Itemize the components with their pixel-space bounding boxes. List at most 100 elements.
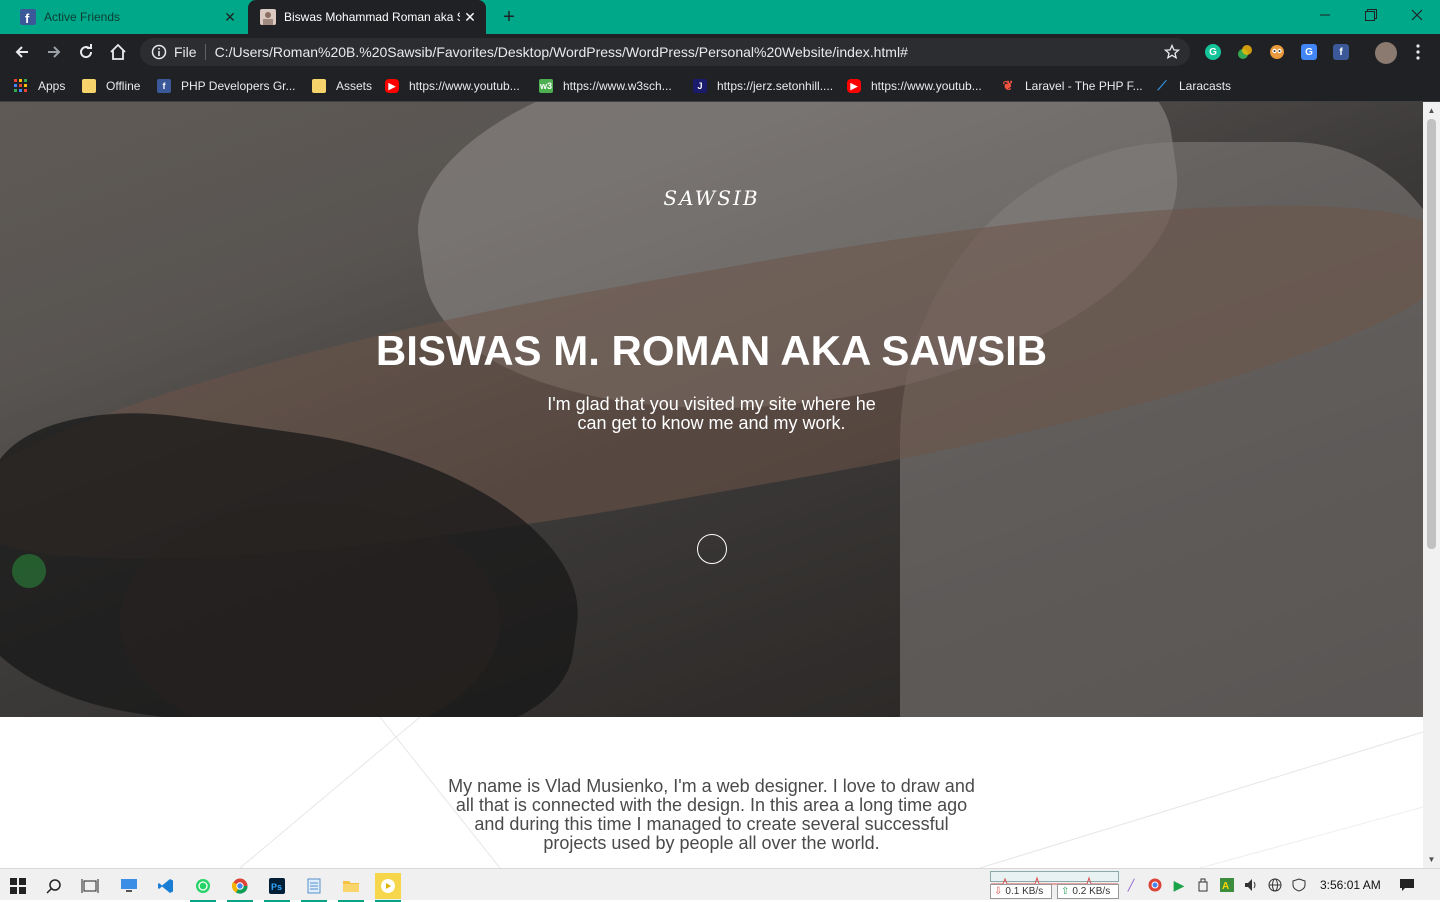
- url-scheme-label: File: [174, 44, 206, 60]
- upload-arrow-icon: ⇧: [1061, 886, 1070, 897]
- bookmark-laracasts[interactable]: ⟋ Laracasts: [1155, 77, 1231, 95]
- google-translate-extension-icon[interactable]: G: [1301, 44, 1317, 60]
- reload-button[interactable]: [74, 40, 98, 64]
- bookmark-w3schools[interactable]: w3 https://www.w3sch...: [539, 77, 672, 95]
- scrollbar-thumb[interactable]: [1427, 119, 1436, 549]
- search-icon[interactable]: [41, 873, 67, 899]
- bookmark-jerz[interactable]: J https://jerz.setonhill....: [693, 77, 833, 95]
- task-view-icon[interactable]: [77, 873, 103, 899]
- back-button[interactable]: [10, 40, 34, 64]
- chrome-icon[interactable]: [227, 873, 253, 902]
- this-pc-icon[interactable]: [116, 873, 142, 899]
- bookmark-offline[interactable]: Offline: [82, 77, 140, 95]
- tab-biswas-site[interactable]: Biswas Mohammad Roman aka Sawsib ✕: [248, 0, 486, 34]
- bookmark-laravel[interactable]: ❦ Laravel - The PHP F...: [1001, 77, 1143, 95]
- close-tab-icon[interactable]: ✕: [460, 7, 480, 27]
- bookmark-label: Laravel - The PHP F...: [1025, 79, 1143, 93]
- apps-grid-icon: [14, 79, 28, 93]
- page-viewport: SAWSIB BISWAS M. ROMAN AKA SAWSIB I'm gl…: [0, 102, 1423, 868]
- svg-text:f: f: [25, 11, 30, 25]
- grammarly-extension-icon[interactable]: G: [1205, 44, 1221, 60]
- hero-section: SAWSIB BISWAS M. ROMAN AKA SAWSIB I'm gl…: [0, 102, 1423, 717]
- bookmark-label: Apps: [38, 79, 66, 93]
- home-icon: [110, 43, 126, 60]
- pen-icon[interactable]: ╱: [1123, 877, 1139, 893]
- vscode-icon[interactable]: [153, 873, 179, 899]
- upload-speed-text: 0.2 KB/s: [1072, 886, 1111, 897]
- volume-icon[interactable]: [1243, 877, 1259, 893]
- bookmark-label: Assets: [336, 79, 373, 93]
- usb-drive-icon[interactable]: [1195, 877, 1211, 893]
- scroll-down-arrow-icon[interactable]: ▼: [1423, 851, 1440, 868]
- system-clock[interactable]: 3:56:01 AM: [1320, 878, 1381, 892]
- facebook-icon: f: [157, 79, 171, 93]
- bookmark-label: PHP Developers Gr...: [181, 79, 296, 93]
- bookmark-youtube-2[interactable]: ▶ https://www.youtub...: [847, 77, 982, 95]
- download-speed-text: 0.1 KB/s: [1005, 886, 1044, 897]
- new-tab-button[interactable]: +: [498, 7, 520, 27]
- bookmark-apps[interactable]: Apps: [14, 77, 65, 95]
- bookmark-label: Offline: [106, 79, 141, 93]
- tab-title: Active Friends: [44, 10, 121, 24]
- download-speed: ⇩ 0.1 KB/s: [990, 884, 1052, 899]
- jerz-icon: J: [693, 79, 707, 93]
- keyboard-language-icon[interactable]: A: [1219, 877, 1235, 893]
- forward-arrow-icon: [48, 46, 61, 58]
- security-shield-icon[interactable]: [1291, 877, 1307, 893]
- minimize-button[interactable]: [1302, 0, 1348, 30]
- site-info-icon[interactable]: [151, 44, 167, 60]
- url-text[interactable]: C:/Users/Roman%20B.%20Sawsib/Favorites/D…: [215, 44, 1164, 60]
- folder-icon: [312, 79, 326, 93]
- file-explorer-icon[interactable]: [338, 873, 364, 902]
- whatsapp-icon[interactable]: [190, 873, 216, 902]
- reload-icon: [80, 44, 93, 59]
- laracasts-icon: ⟋: [1157, 78, 1167, 93]
- bookmark-youtube-1[interactable]: ▶ https://www.youtub...: [385, 77, 520, 95]
- folder-icon: [82, 79, 96, 93]
- back-arrow-icon: [15, 46, 28, 58]
- network-graph: [990, 871, 1119, 885]
- address-bar[interactable]: File C:/Users/Roman%20B.%20Sawsib/Favori…: [140, 38, 1190, 66]
- bookmark-star-icon[interactable]: [1164, 44, 1180, 60]
- hero-title: BISWAS M. ROMAN AKA SAWSIB: [375, 327, 1048, 374]
- windows-start-icon[interactable]: [5, 873, 31, 899]
- close-tab-icon[interactable]: ✕: [220, 7, 240, 27]
- forward-button[interactable]: [42, 40, 66, 64]
- media-player-icon[interactable]: [375, 873, 401, 902]
- hero-subtitle: I'm glad that you visited my site where …: [547, 394, 876, 433]
- restore-button[interactable]: [1348, 0, 1394, 30]
- windows-taskbar: Ps ⇩ 0.1 KB/s ⇧ 0.2 KB/s ╱ ▶ A 3:56:01 A…: [0, 868, 1440, 902]
- chrome-menu-button[interactable]: [1406, 40, 1430, 64]
- close-window-button[interactable]: [1394, 0, 1440, 30]
- scroll-up-arrow-icon[interactable]: ▲: [1423, 102, 1440, 119]
- network-meter: ⇩ 0.1 KB/s ⇧ 0.2 KB/s: [990, 871, 1119, 899]
- profile-avatar[interactable]: [1375, 42, 1397, 64]
- play-icon[interactable]: ▶: [1171, 877, 1187, 893]
- tab-active-friends[interactable]: f Active Friends ✕: [8, 0, 246, 34]
- chrome-tray-icon[interactable]: [1147, 877, 1163, 893]
- photoshop-icon[interactable]: Ps: [264, 873, 290, 902]
- bookmark-label: https://www.youtub...: [409, 79, 520, 93]
- bookmark-php-developers[interactable]: f PHP Developers Gr...: [157, 77, 296, 95]
- w3schools-icon: w3: [539, 79, 553, 93]
- bookmark-assets[interactable]: Assets: [312, 77, 372, 95]
- home-button[interactable]: [106, 40, 130, 64]
- action-center-icon[interactable]: [1399, 877, 1415, 893]
- owl-extension-icon[interactable]: [1269, 44, 1285, 60]
- tab-strip: f Active Friends ✕ Biswas Mohammad Roman…: [0, 0, 1440, 34]
- page-scrollbar[interactable]: ▲ ▼: [1423, 102, 1440, 868]
- bookmark-label: https://www.w3sch...: [563, 79, 672, 93]
- scroll-down-circle[interactable]: [697, 534, 727, 564]
- notepad-icon[interactable]: [301, 873, 327, 902]
- about-section: My name is Vlad Musienko, I'm a web desi…: [0, 717, 1423, 868]
- youtube-icon: ▶: [385, 79, 399, 93]
- site-logo[interactable]: SAWSIB: [0, 186, 1423, 210]
- facebook-extension-icon[interactable]: f: [1333, 44, 1349, 60]
- bookmarks-bar: Apps Offline f PHP Developers Gr... Asse…: [0, 70, 1440, 102]
- laravel-icon: ❦: [1002, 78, 1014, 93]
- download-arrow-icon: ⇩: [994, 886, 1003, 897]
- network-globe-icon[interactable]: [1267, 877, 1283, 893]
- youtube-icon: ▶: [847, 79, 861, 93]
- color-extension-icon[interactable]: [1237, 44, 1253, 60]
- more-vert-icon: [1416, 44, 1420, 60]
